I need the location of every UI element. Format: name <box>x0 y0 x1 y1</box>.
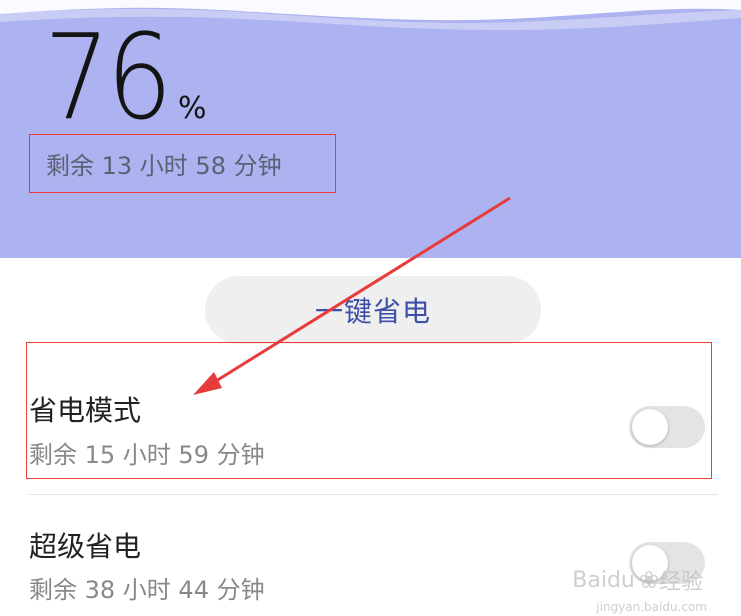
power-save-mode-toggle[interactable] <box>629 406 705 448</box>
one-key-power-save-button[interactable]: 一键省电 <box>205 276 541 344</box>
battery-header: 76 % 剩余 13 小时 58 分钟 <box>0 0 741 258</box>
battery-percent-sign: % <box>178 91 207 126</box>
watermark-brand-suffix: 经验 <box>658 570 703 595</box>
battery-percent-value: 76 <box>44 8 173 146</box>
super-power-save-remaining: 剩余 38 小时 44 分钟 <box>29 576 265 604</box>
watermark-brand: Baidu <box>572 567 635 593</box>
power-save-mode-title: 省电模式 <box>29 394 142 427</box>
divider <box>29 494 718 495</box>
power-save-mode-remaining: 剩余 15 小时 59 分钟 <box>29 441 265 469</box>
paw-icon: ❀ <box>638 566 659 594</box>
watermark-url: jingyan.baidu.com <box>596 600 707 614</box>
baidu-watermark: Baidu ❀ 经验 <box>572 564 703 596</box>
battery-remaining-time: 剩余 13 小时 58 分钟 <box>46 152 282 180</box>
battery-percentage: 76 % <box>44 18 207 136</box>
toggle-knob <box>632 409 668 445</box>
super-power-save-title: 超级省电 <box>29 530 142 563</box>
